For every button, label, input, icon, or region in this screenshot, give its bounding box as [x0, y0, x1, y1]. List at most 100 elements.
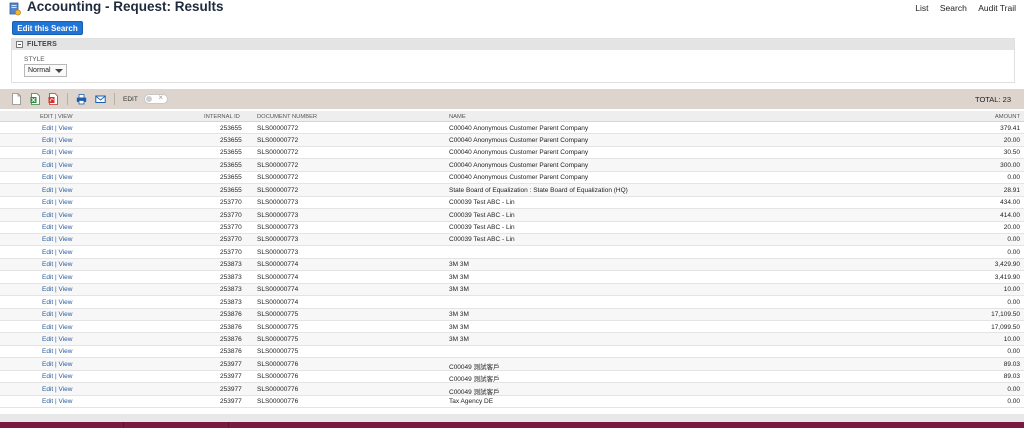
view-link[interactable]: View — [59, 137, 73, 144]
document-number-cell: SLS00000773 — [257, 224, 299, 231]
document-number-cell: SLS00000772 — [257, 161, 299, 169]
internal-id-cell: 253770 — [220, 224, 242, 231]
edit-link[interactable]: Edit — [42, 249, 53, 256]
name-cell: 3M 3M — [449, 261, 469, 269]
name-cell: C00039 Test ABC - Lin — [449, 236, 515, 244]
edit-link[interactable]: Edit — [42, 149, 53, 156]
view-link[interactable]: View — [59, 361, 73, 368]
name-cell: C00040 Anonymous Customer Parent Company — [449, 124, 589, 132]
edit-link[interactable]: Edit — [42, 199, 53, 206]
view-link[interactable]: View — [59, 274, 73, 281]
new-document-icon[interactable] — [11, 93, 22, 105]
edit-link[interactable]: Edit — [42, 125, 53, 132]
view-link[interactable]: View — [59, 311, 73, 318]
edit-link[interactable]: Edit — [42, 324, 53, 331]
edit-view-links: Edit | View — [42, 224, 73, 231]
table-row: Edit | View 253873 SLS00000774 3M 3M 3,419.9… — [0, 271, 1024, 284]
edit-search-button[interactable]: Edit this Search — [12, 21, 83, 35]
collapse-icon[interactable] — [16, 41, 23, 48]
edit-link[interactable]: Edit — [42, 286, 53, 293]
edit-link[interactable]: Edit — [42, 137, 53, 144]
amount-cell: 300.00 — [1000, 161, 1020, 169]
table-row: Edit | View 253655 SLS00000772 C00040 Anony… — [0, 146, 1024, 160]
search-link[interactable]: Search — [940, 3, 967, 13]
edit-link[interactable]: Edit — [42, 373, 53, 380]
amount-cell: 20.00 — [1003, 224, 1020, 231]
view-link[interactable]: View — [59, 249, 73, 256]
name-cell: C00049 測試客戶 — [449, 376, 500, 384]
view-link[interactable]: View — [59, 224, 73, 231]
edit-link[interactable]: Edit — [42, 212, 53, 219]
view-link[interactable]: View — [59, 125, 73, 132]
edit-view-links: Edit | View — [42, 236, 73, 244]
edit-link[interactable]: Edit — [42, 187, 53, 194]
view-link[interactable]: View — [59, 348, 73, 355]
view-link[interactable]: View — [59, 199, 73, 206]
view-link[interactable]: View — [59, 187, 73, 194]
edit-link[interactable]: Edit — [42, 336, 53, 343]
edit-view-links: Edit | View — [42, 335, 73, 343]
table-row: Edit | View 253873 SLS00000774 3M 3M 3,429.9… — [0, 258, 1024, 272]
bottom-bar-divider — [228, 422, 229, 428]
view-link[interactable]: View — [59, 236, 73, 243]
edit-link[interactable]: Edit — [42, 274, 53, 281]
view-link[interactable]: View — [59, 162, 73, 169]
name-cell: C00049 測試客戶 — [449, 388, 500, 396]
column-header-name[interactable]: NAME — [449, 114, 466, 120]
filters-header[interactable]: FILTERS — [12, 39, 1014, 50]
edit-link[interactable]: Edit — [42, 261, 53, 268]
toolbar-divider — [67, 93, 68, 105]
edit-link[interactable]: Edit — [42, 224, 53, 231]
name-cell: C00039 Test ABC - Lin — [449, 199, 515, 207]
list-link[interactable]: List — [915, 3, 928, 13]
view-link[interactable]: View — [59, 299, 73, 306]
excel-export-icon[interactable] — [30, 93, 41, 105]
column-header-document-number[interactable]: DOCUMENT NUMBER — [257, 114, 317, 120]
edit-link[interactable]: Edit — [42, 361, 53, 368]
amount-cell: 10.00 — [1003, 286, 1020, 294]
document-number-cell: SLS00000774 — [257, 298, 299, 306]
view-link[interactable]: View — [59, 373, 73, 380]
pdf-export-icon[interactable] — [48, 93, 59, 105]
document-number-cell: SLS00000776 — [257, 385, 299, 393]
amount-cell: 0.00 — [1007, 298, 1020, 306]
edit-link[interactable]: Edit — [42, 311, 53, 318]
chevron-down-icon — [55, 69, 63, 73]
edit-link[interactable]: Edit — [42, 386, 53, 393]
results-toolbar: EDIT × TOTAL: 23 — [0, 89, 1024, 109]
audit-trail-link[interactable]: Audit Trail — [978, 3, 1016, 13]
internal-id-cell: 253770 — [220, 248, 242, 256]
name-cell: C00040 Anonymous Customer Parent Company — [449, 174, 589, 182]
edit-link[interactable]: Edit — [42, 348, 53, 355]
record-type-icon — [9, 2, 21, 16]
view-link[interactable]: View — [59, 149, 73, 156]
column-header-amount[interactable]: AMOUNT — [995, 114, 1020, 120]
edit-link[interactable]: Edit — [42, 398, 53, 405]
email-icon[interactable] — [95, 93, 106, 105]
view-link[interactable]: View — [59, 286, 73, 293]
document-number-cell: SLS00000773 — [257, 211, 299, 219]
edit-link[interactable]: Edit — [42, 174, 53, 181]
style-select[interactable]: Normal — [24, 64, 67, 77]
print-icon[interactable] — [76, 93, 87, 105]
view-link[interactable]: View — [59, 324, 73, 331]
edit-mode-toggle[interactable]: × — [144, 93, 168, 104]
column-header-internal-id[interactable]: INTERNAL ID — [204, 114, 240, 120]
top-links: List Search Audit Trail — [906, 3, 1016, 13]
edit-link[interactable]: Edit — [42, 162, 53, 169]
view-link[interactable]: View — [59, 336, 73, 343]
view-link[interactable]: View — [59, 398, 73, 405]
document-number-cell: SLS00000775 — [257, 335, 299, 343]
edit-link[interactable]: Edit — [42, 299, 53, 306]
view-link[interactable]: View — [59, 386, 73, 393]
edit-link[interactable]: Edit — [42, 236, 53, 243]
internal-id-cell: 253977 — [220, 360, 242, 368]
edit-view-links: Edit | View — [42, 398, 73, 406]
internal-id-cell: 253655 — [220, 124, 242, 132]
view-link[interactable]: View — [59, 174, 73, 181]
view-link[interactable]: View — [59, 261, 73, 268]
name-cell: C00039 Test ABC - Lin — [449, 211, 515, 219]
amount-cell: 89.03 — [1003, 360, 1020, 368]
table-row: Edit | View 253770 SLS00000773 C00039 Test … — [0, 209, 1024, 222]
view-link[interactable]: View — [59, 212, 73, 219]
